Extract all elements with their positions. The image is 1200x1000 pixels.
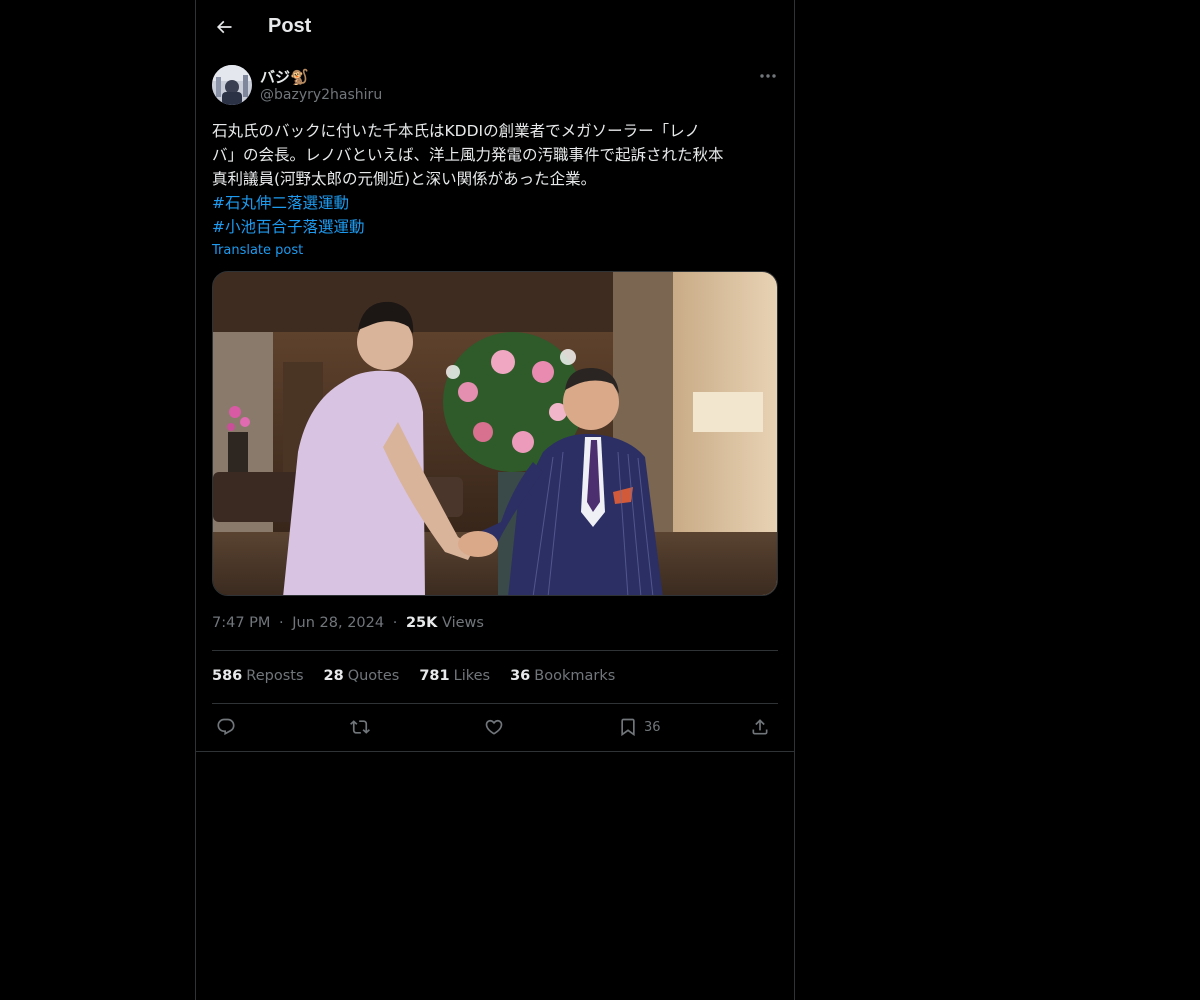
reply-icon	[217, 718, 235, 736]
top-bar: Post	[196, 0, 794, 54]
post-column: Post バジ🐒 @bazyry2hashiru 石丸氏のバックに付いた千本氏は…	[195, 0, 795, 1000]
reposts-label: Reposts	[246, 668, 304, 684]
author-name[interactable]: バジ🐒	[260, 66, 309, 87]
hashtag-link[interactable]: #小池百合子落選運動	[212, 215, 778, 239]
more-icon	[760, 74, 776, 78]
quotes-stat[interactable]: 28 Quotes	[324, 668, 400, 684]
hashtag-link[interactable]: #石丸伸二落選運動	[212, 191, 778, 215]
action-bar: 36	[212, 704, 778, 750]
bookmark-icon	[621, 718, 635, 737]
post-meta: 7:47 PM · Jun 28, 2024 · 25K Views	[212, 615, 484, 631]
back-button[interactable]	[208, 11, 240, 43]
post-text: 石丸氏のバックに付いた千本氏はKDDIの創業者でメガソーラー「レノ バ」の会長。…	[212, 119, 778, 239]
avatar[interactable]	[212, 65, 252, 105]
meta-separator: ·	[392, 615, 398, 631]
share-icon	[752, 719, 768, 735]
translate-post-link[interactable]: Translate post	[212, 243, 303, 258]
handshake-photo	[213, 272, 777, 595]
bookmarks-count: 36	[510, 668, 531, 684]
reposts-count: 586	[212, 668, 243, 684]
bookmarks-stat[interactable]: 36 Bookmarks	[510, 668, 615, 684]
author-handle[interactable]: @bazyry2hashiru	[260, 87, 382, 103]
post-photo[interactable]	[212, 271, 778, 596]
views-label: Views	[441, 615, 484, 631]
likes-label: Likes	[453, 668, 491, 684]
engagement-stats: 586 Reposts 28 Quotes 781 Likes 36 Bookmarks	[212, 668, 615, 684]
post-date[interactable]: Jun 28, 2024	[292, 615, 384, 631]
post-text-line: バ」の会長。レノバといえば、洋上風力発電の汚職事件で起訴された秋本	[212, 146, 724, 164]
repost-button[interactable]	[349, 716, 371, 738]
post-text-line: 真利議員(河野太郎の元側近)と深い関係があった企業。	[212, 170, 597, 188]
meta-separator: ·	[279, 615, 284, 631]
heart-icon	[485, 719, 503, 735]
likes-stat[interactable]: 781 Likes	[419, 668, 490, 684]
more-options-button[interactable]	[756, 66, 780, 86]
reposts-stat[interactable]: 586 Reposts	[212, 668, 304, 684]
page-title: Post	[268, 15, 312, 37]
bookmark-count: 36	[644, 719, 661, 735]
post-time[interactable]: 7:47 PM	[212, 615, 270, 631]
quotes-count: 28	[323, 668, 344, 684]
divider	[196, 751, 794, 752]
bookmark-button[interactable]: 36	[618, 716, 661, 738]
divider	[212, 650, 778, 651]
repost-icon	[350, 720, 370, 734]
reply-button[interactable]	[216, 716, 236, 738]
share-button[interactable]	[750, 716, 770, 738]
arrow-left-icon	[216, 20, 232, 34]
bookmarks-label: Bookmarks	[534, 668, 616, 684]
quotes-label: Quotes	[347, 668, 400, 684]
post-text-line: 石丸氏のバックに付いた千本氏はKDDIの創業者でメガソーラー「レノ	[212, 122, 701, 140]
avatar-image	[212, 65, 252, 105]
like-button[interactable]	[484, 716, 504, 738]
views-count: 25K	[405, 615, 438, 631]
likes-count: 781	[419, 668, 450, 684]
